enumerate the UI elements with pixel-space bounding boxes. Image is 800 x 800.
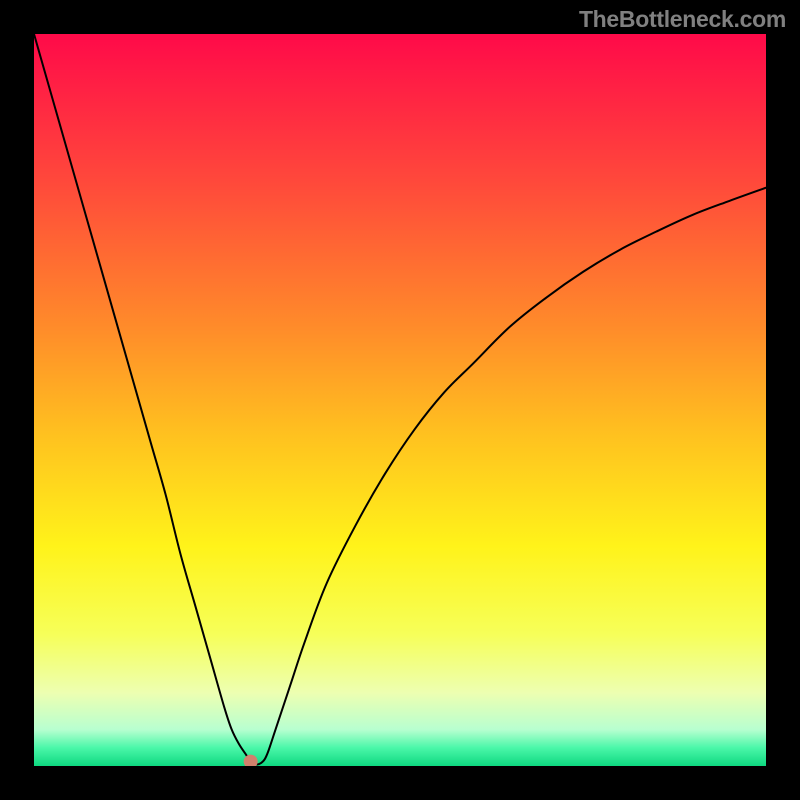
chart-svg	[34, 34, 766, 766]
plot-area	[34, 34, 766, 766]
gradient-background	[34, 34, 766, 766]
chart-frame: TheBottleneck.com	[0, 0, 800, 800]
attribution-label: TheBottleneck.com	[579, 6, 786, 33]
